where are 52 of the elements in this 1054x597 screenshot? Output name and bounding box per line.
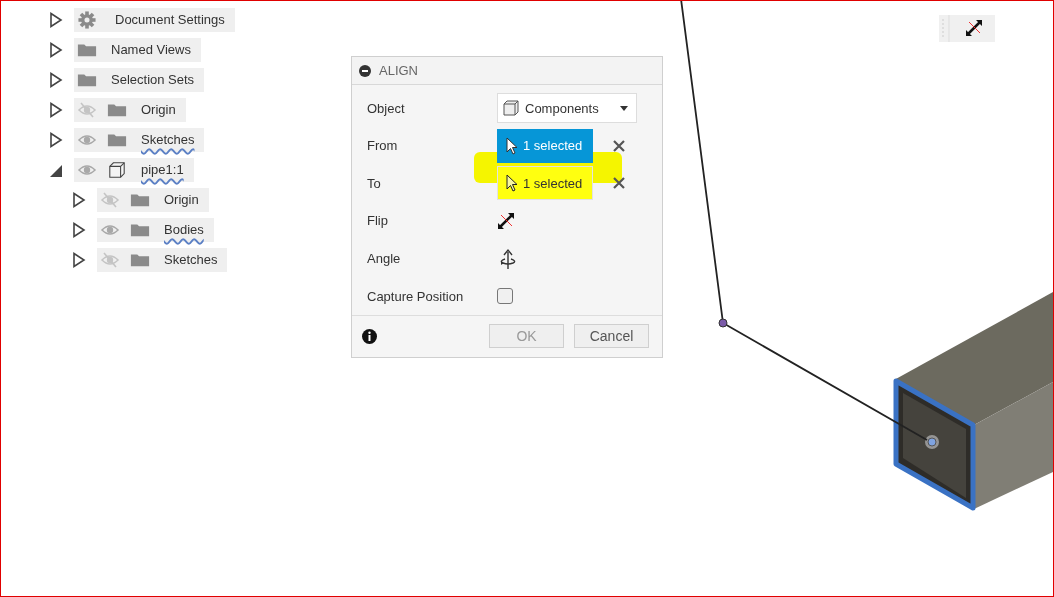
cursor-icon — [506, 136, 518, 155]
browser-node[interactable]: Origin — [74, 98, 186, 122]
collapsed-triangle-icon[interactable] — [72, 252, 86, 268]
dropdown-value: Components — [525, 100, 600, 116]
field-label: Flip — [367, 213, 389, 229]
browser-node[interactable]: Selection Sets — [74, 68, 205, 92]
sketch-point — [718, 318, 728, 328]
close-icon[interactable] — [613, 139, 625, 152]
collapsed-triangle-icon[interactable] — [72, 192, 86, 208]
flip-icon[interactable] — [965, 19, 983, 37]
cancel-button[interactable]: Cancel — [574, 324, 649, 349]
cube-icon — [502, 99, 520, 118]
flip-icon[interactable] — [497, 211, 515, 230]
field-label: Capture Position — [367, 288, 465, 304]
object-dropdown[interactable]: Components — [497, 93, 637, 124]
collapsed-triangle-icon[interactable] — [49, 72, 63, 88]
node-label: pipe1:1 — [141, 162, 184, 178]
collapsed-triangle-icon[interactable] — [49, 102, 63, 118]
field-label: Angle — [367, 251, 402, 267]
collapsed-triangle-icon[interactable] — [72, 222, 86, 238]
field-label: To — [367, 175, 382, 191]
node-label: Selection Sets — [111, 72, 195, 88]
browser-node[interactable]: Bodies — [97, 218, 214, 242]
node-label: Origin — [141, 102, 176, 118]
browser-node[interactable]: pipe1:1 — [74, 158, 194, 182]
node-label: Named Views — [111, 42, 191, 58]
info-icon[interactable] — [362, 328, 377, 344]
browser-node[interactable]: Named Views — [74, 38, 201, 62]
node-label: Origin — [164, 192, 199, 208]
selection-button[interactable]: 1 selected — [497, 166, 593, 201]
close-icon[interactable] — [613, 177, 625, 190]
field-label: Object — [367, 100, 406, 116]
browser-node[interactable]: Document Settings — [74, 8, 235, 32]
collapse-icon[interactable] — [359, 64, 371, 77]
node-label: Sketches — [141, 132, 195, 148]
node-label: Document Settings — [115, 12, 225, 28]
collapsed-triangle-icon[interactable] — [49, 132, 63, 148]
browser-node[interactable]: Sketches — [97, 248, 228, 272]
checkbox[interactable] — [497, 288, 513, 305]
cube-icon — [107, 161, 127, 179]
grip-icon[interactable] — [939, 15, 951, 42]
collapsed-triangle-icon[interactable] — [49, 12, 63, 28]
browser-node[interactable]: Origin — [97, 188, 209, 212]
node-label: Bodies — [164, 222, 204, 238]
browser-node[interactable]: Sketches — [74, 128, 205, 152]
node-label: Sketches — [164, 252, 218, 268]
field-label: From — [367, 138, 399, 154]
cursor-icon — [506, 174, 518, 193]
caret-icon — [620, 105, 628, 111]
gear-icon — [77, 11, 97, 29]
dialog-title: ALIGN — [379, 63, 418, 79]
collapsed-triangle-icon[interactable] — [49, 42, 63, 58]
